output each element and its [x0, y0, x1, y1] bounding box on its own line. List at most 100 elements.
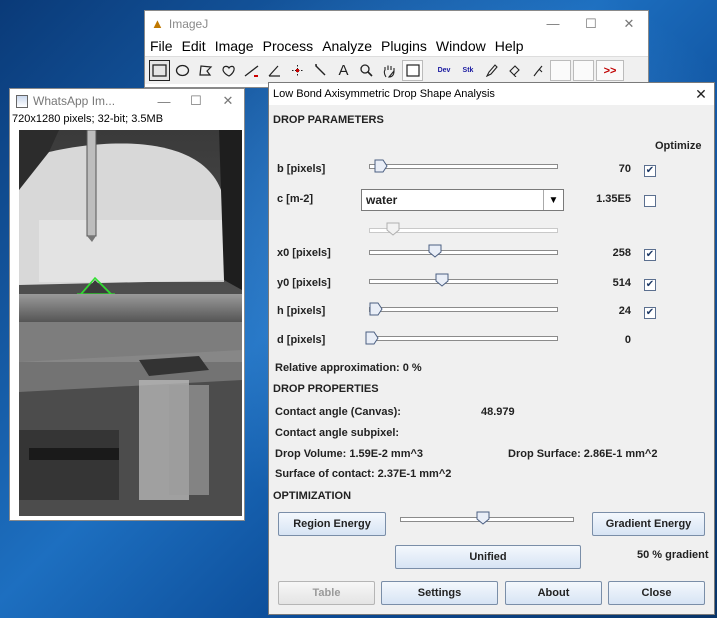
menu-plugins[interactable]: Plugins	[381, 38, 427, 54]
imagej-title: ImageJ	[168, 16, 209, 31]
dev-menu-label: Dev	[437, 67, 451, 74]
minimize-button[interactable]: —	[534, 16, 572, 31]
param-x0-label: x0 [pixels]	[277, 247, 331, 259]
menu-analyze[interactable]: Analyze	[322, 38, 372, 54]
imagej-toolbar: A Dev Stk >>	[145, 56, 648, 84]
angle-tool-icon[interactable]	[264, 60, 285, 81]
param-x0-slider-thumb[interactable]	[428, 244, 442, 258]
param-c-optimize-checkbox[interactable]	[644, 195, 656, 207]
menu-help[interactable]: Help	[495, 38, 524, 54]
liquid-select[interactable]: water ▼	[361, 189, 564, 211]
scroll-tool-icon[interactable]	[379, 60, 400, 81]
param-h-label: h [pixels]	[277, 305, 326, 317]
menu-file[interactable]: File	[150, 38, 173, 54]
optimize-header: Optimize	[655, 140, 702, 152]
contact-angle-canvas-value: 48.979	[481, 406, 515, 418]
param-h-check-icon: ✔	[645, 307, 655, 318]
param-x0-slider-track[interactable]	[369, 250, 558, 255]
image-canvas[interactable]	[19, 130, 242, 516]
param-x0-check-icon: ✔	[645, 249, 655, 260]
stk-menu-label: Stk	[462, 67, 474, 74]
empty-tool-slot-2[interactable]	[573, 60, 594, 81]
param-y0-optimize-checkbox[interactable]: ✔	[644, 279, 656, 291]
about-button[interactable]: About	[505, 581, 602, 605]
unified-button[interactable]: Unified	[395, 545, 581, 569]
imagej-window: ▲ ImageJ — ☐ ✕ File Edit Image Process A…	[144, 10, 649, 88]
param-d-slider-track[interactable]	[369, 336, 558, 341]
close-button-dialog[interactable]: Close	[608, 581, 705, 605]
param-x0-optimize-checkbox[interactable]: ✔	[644, 249, 656, 261]
image-maximize-button[interactable]: ☐	[180, 93, 212, 109]
menu-image[interactable]: Image	[215, 38, 254, 54]
drop-parameters-heading: DROP PARAMETERS	[273, 114, 384, 126]
imagej-logo-icon: ▲	[151, 16, 164, 31]
param-y0-slider-thumb[interactable]	[435, 273, 449, 287]
dialog-titlebar[interactable]: Low Bond Axisymmetric Drop Shape Analysi…	[269, 83, 714, 105]
param-c-value: 1.35E5	[596, 193, 631, 205]
settings-button[interactable]: Settings	[381, 581, 498, 605]
optimization-slider-thumb[interactable]	[476, 511, 490, 525]
dialog-close-button[interactable]: ✕	[688, 86, 714, 103]
param-b-label: b [pixels]	[277, 163, 326, 175]
param-d-slider-thumb[interactable]	[365, 331, 379, 345]
contact-angle-canvas-label: Contact angle (Canvas):	[275, 406, 401, 418]
image-minimize-button[interactable]: —	[148, 94, 180, 109]
param-b-slider-track[interactable]	[369, 164, 558, 169]
contact-angle-subpixel-label: Contact angle subpixel:	[275, 427, 400, 439]
menu-process[interactable]: Process	[263, 38, 314, 54]
param-b-slider-thumb[interactable]	[374, 159, 388, 173]
param-y0-label: y0 [pixels]	[277, 277, 331, 289]
menu-window[interactable]: Window	[436, 38, 486, 54]
more-tools-icon[interactable]: >>	[596, 60, 624, 81]
pencil-tool-icon[interactable]	[481, 60, 502, 81]
param-h-slider-thumb[interactable]	[369, 302, 383, 316]
param-b-value: 70	[618, 163, 631, 175]
image-window-titlebar[interactable]: WhatsApp Im... — ☐ ✕	[10, 89, 244, 113]
param-x0-value: 258	[612, 247, 631, 259]
param-b-check-icon: ✔	[645, 165, 655, 176]
wand-tool-icon[interactable]	[310, 60, 331, 81]
drop-shape-dialog: Low Bond Axisymmetric Drop Shape Analysi…	[268, 82, 715, 615]
imagej-titlebar[interactable]: ▲ ImageJ — ☐ ✕	[145, 11, 648, 36]
magnifier-tool-icon[interactable]	[356, 60, 377, 81]
color-picker-tool-icon[interactable]	[402, 60, 423, 81]
polygon-tool-icon[interactable]	[195, 60, 216, 81]
more-tools-label: >>	[603, 64, 617, 77]
text-tool-icon[interactable]: A	[333, 60, 354, 81]
oval-tool-icon[interactable]	[172, 60, 193, 81]
rectangle-tool-icon[interactable]	[149, 60, 170, 81]
param-c-slider-thumb[interactable]	[386, 222, 400, 236]
maximize-button[interactable]: ☐	[572, 16, 610, 32]
image-info-text: 720x1280 pixels; 32-bit; 3.5MB	[12, 113, 164, 125]
stk-menu-icon[interactable]: Stk	[457, 60, 479, 81]
droplet-photo	[19, 130, 242, 516]
param-h-value: 24	[618, 305, 631, 317]
image-document-icon	[16, 94, 28, 108]
region-energy-button[interactable]: Region Energy	[278, 512, 386, 536]
relative-approximation: Relative approximation: 0 %	[275, 362, 422, 374]
flood-tool-icon[interactable]	[527, 60, 548, 81]
close-button[interactable]: ✕	[610, 16, 648, 32]
param-h-optimize-checkbox[interactable]: ✔	[644, 307, 656, 319]
liquid-select-value: water	[366, 193, 398, 207]
empty-tool-slot-1[interactable]	[550, 60, 571, 81]
param-y0-check-icon: ✔	[645, 279, 655, 290]
freehand-tool-icon[interactable]	[218, 60, 239, 81]
drop-surface: Drop Surface: 2.86E-1 mm^2	[508, 448, 658, 460]
line-tool-icon[interactable]	[241, 60, 262, 81]
param-c-label: c [m-2]	[277, 193, 314, 205]
dev-menu-icon[interactable]: Dev	[433, 60, 455, 81]
brush-tool-icon[interactable]	[504, 60, 525, 81]
drop-properties-heading: DROP PROPERTIES	[273, 383, 379, 395]
param-d-value: 0	[624, 334, 631, 346]
param-y0-slider-track[interactable]	[369, 279, 558, 284]
gradient-percent: 50 % gradient	[637, 549, 709, 561]
image-close-button[interactable]: ✕	[212, 93, 244, 109]
param-b-optimize-checkbox[interactable]: ✔	[644, 165, 656, 177]
menu-edit[interactable]: Edit	[182, 38, 206, 54]
multipoint-tool-icon[interactable]	[287, 60, 308, 81]
table-button[interactable]: Table	[278, 581, 375, 605]
chevron-down-icon[interactable]: ▼	[543, 190, 563, 210]
gradient-energy-button[interactable]: Gradient Energy	[592, 512, 705, 536]
param-h-slider-track[interactable]	[369, 307, 558, 312]
